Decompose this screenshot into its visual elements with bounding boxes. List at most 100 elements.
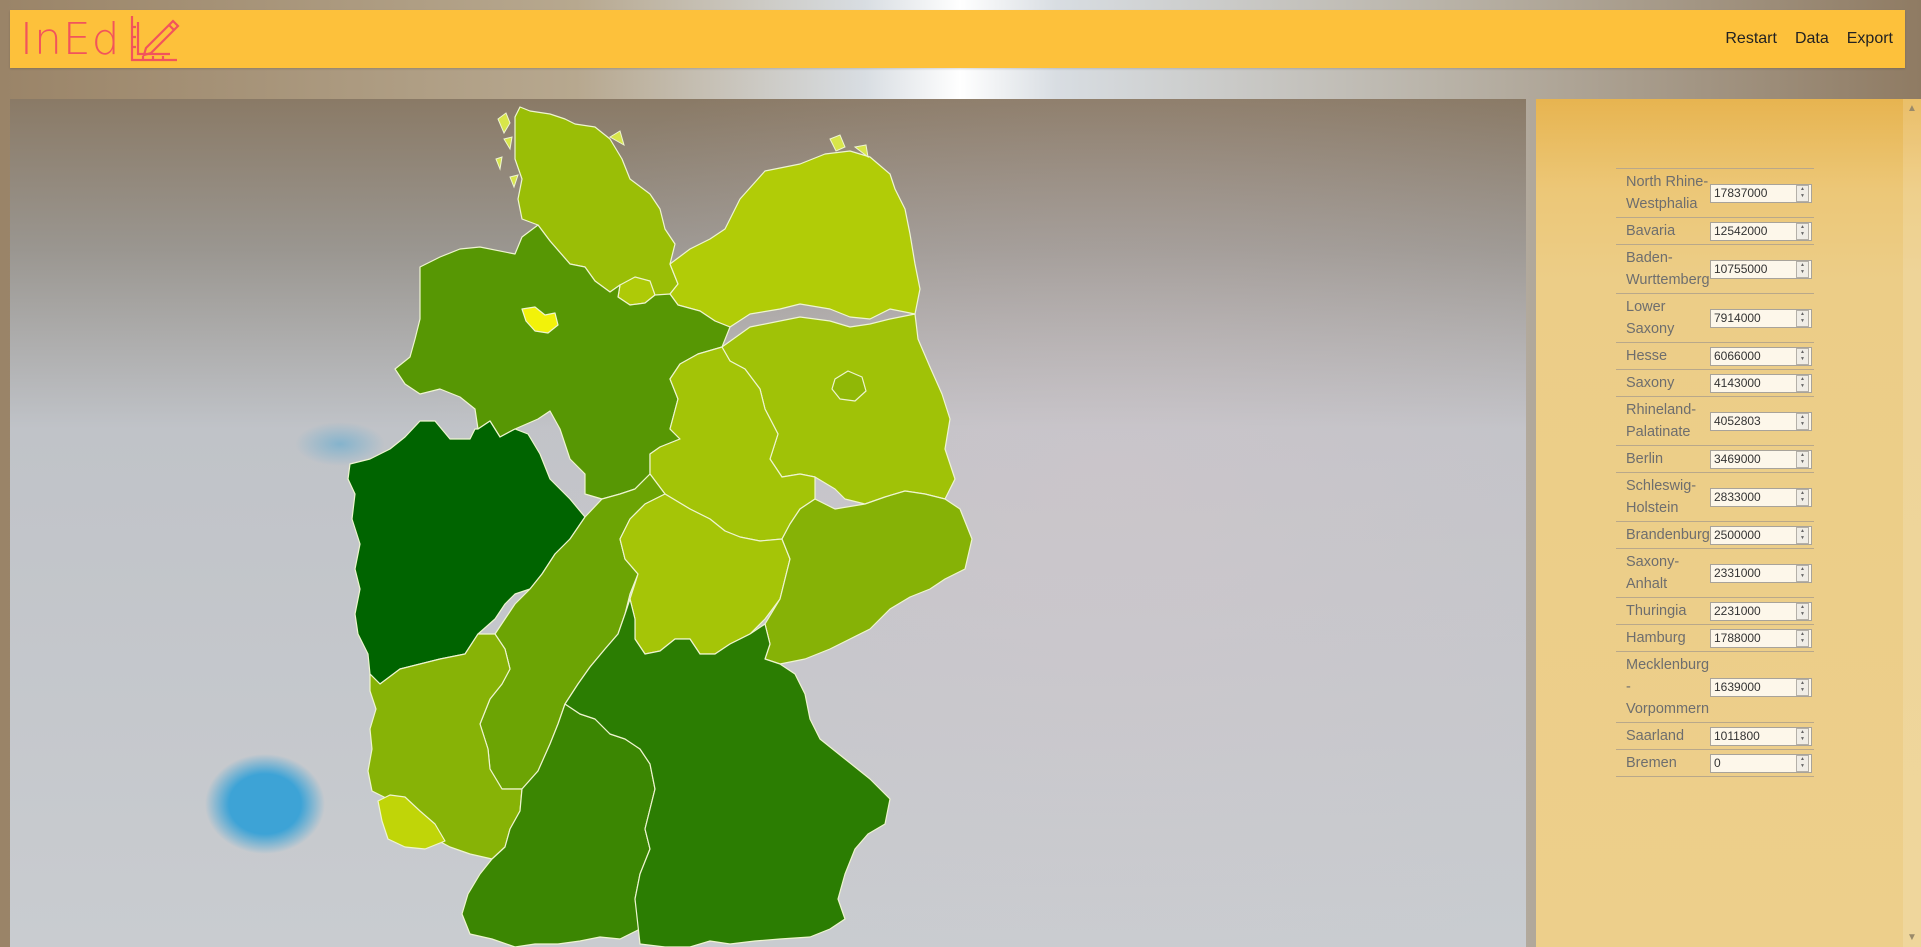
increment-arrow-icon[interactable]: ▲ (1800, 756, 1805, 762)
decrement-arrow-icon[interactable]: ▼ (1800, 194, 1805, 199)
spin-buttons[interactable]: ▲ ▼ (1796, 564, 1809, 582)
decrement-arrow-icon[interactable]: ▼ (1800, 737, 1805, 742)
spin-buttons[interactable]: ▲ ▼ (1796, 629, 1809, 647)
state-row-saxony-anhalt: Saxony-Anhalt 2331000 ▲ ▼ (1616, 549, 1814, 598)
spin-buttons[interactable]: ▲ ▼ (1796, 412, 1809, 430)
spin-buttons[interactable]: ▲ ▼ (1796, 260, 1809, 278)
value-input[interactable]: 1788000 (1711, 630, 1796, 647)
spin-buttons[interactable]: ▲ ▼ (1796, 488, 1809, 506)
decrement-arrow-icon[interactable]: ▼ (1800, 574, 1805, 579)
value-input[interactable]: 2331000 (1711, 565, 1796, 582)
state-label: Hesse (1626, 348, 1668, 364)
increment-arrow-icon[interactable]: ▲ (1800, 376, 1805, 382)
value-stepper[interactable]: 3469000 ▲ ▼ (1710, 449, 1812, 469)
decrement-arrow-icon[interactable]: ▼ (1800, 498, 1805, 503)
value-stepper[interactable]: 1788000 ▲ ▼ (1710, 628, 1812, 648)
value-input[interactable]: 2231000 (1711, 603, 1796, 620)
value-stepper[interactable]: 6066000 ▲ ▼ (1710, 346, 1812, 366)
state-saxony[interactable] (764, 490, 973, 665)
decrement-arrow-icon[interactable]: ▼ (1800, 688, 1805, 693)
value-input[interactable]: 2500000 (1711, 527, 1796, 544)
increment-arrow-icon[interactable]: ▲ (1800, 490, 1805, 496)
increment-arrow-icon[interactable]: ▲ (1800, 566, 1805, 572)
value-input[interactable]: 10755000 (1711, 261, 1796, 278)
value-input[interactable]: 12542000 (1711, 223, 1796, 240)
value-input[interactable]: 1639000 (1711, 679, 1796, 696)
decrement-arrow-icon[interactable]: ▼ (1800, 422, 1805, 427)
spin-buttons[interactable]: ▲ ▼ (1796, 602, 1809, 620)
value-stepper[interactable]: 7914000 ▲ ▼ (1710, 308, 1812, 328)
spin-buttons[interactable]: ▲ ▼ (1796, 678, 1809, 696)
increment-arrow-icon[interactable]: ▲ (1800, 262, 1805, 268)
value-stepper[interactable]: 1639000 ▲ ▼ (1710, 677, 1812, 697)
value-input[interactable]: 17837000 (1711, 185, 1796, 202)
increment-arrow-icon[interactable]: ▲ (1800, 631, 1805, 637)
app-logo[interactable]: InEd (20, 14, 181, 66)
increment-arrow-icon[interactable]: ▲ (1800, 349, 1805, 355)
panel-scrollbar[interactable]: ▲ ▼ (1903, 99, 1921, 947)
value-input[interactable]: 1011800 (1711, 728, 1796, 745)
value-stepper[interactable]: 12542000 ▲ ▼ (1710, 221, 1812, 241)
decrement-arrow-icon[interactable]: ▼ (1800, 536, 1805, 541)
state-row-berlin: Berlin 3469000 ▲ ▼ (1616, 446, 1814, 473)
value-input[interactable]: 4052803 (1711, 413, 1796, 430)
value-input[interactable]: 7914000 (1711, 310, 1796, 327)
map-panel (10, 99, 1526, 947)
increment-arrow-icon[interactable]: ▲ (1800, 528, 1805, 534)
value-stepper[interactable]: 10755000 ▲ ▼ (1710, 259, 1812, 279)
state-row-brandenburg: Brandenburg 2500000 ▲ ▼ (1616, 522, 1814, 549)
value-stepper[interactable]: 2331000 ▲ ▼ (1710, 563, 1812, 583)
decrement-arrow-icon[interactable]: ▼ (1800, 384, 1805, 389)
decrement-arrow-icon[interactable]: ▼ (1800, 639, 1805, 644)
decrement-arrow-icon[interactable]: ▼ (1800, 270, 1805, 275)
spin-buttons[interactable]: ▲ ▼ (1796, 222, 1809, 240)
spin-buttons[interactable]: ▲ ▼ (1796, 450, 1809, 468)
spin-buttons[interactable]: ▲ ▼ (1796, 727, 1809, 745)
scroll-up-arrow[interactable]: ▲ (1907, 103, 1917, 114)
value-input[interactable]: 0 (1711, 755, 1796, 772)
state-row-hamburg: Hamburg 1788000 ▲ ▼ (1616, 625, 1814, 652)
value-stepper[interactable]: 2833000 ▲ ▼ (1710, 487, 1812, 507)
value-stepper[interactable]: 0 ▲ ▼ (1710, 753, 1812, 773)
increment-arrow-icon[interactable]: ▲ (1800, 311, 1805, 317)
scroll-down-arrow[interactable]: ▼ (1907, 932, 1917, 943)
data-panel: North Rhine-Westphalia 17837000 ▲ ▼ Bavaria 1… (1536, 99, 1921, 947)
value-input[interactable]: 4143000 (1711, 375, 1796, 392)
state-label: Lower Saxony (1626, 299, 1675, 337)
spin-buttons[interactable]: ▲ ▼ (1796, 184, 1809, 202)
spin-buttons[interactable]: ▲ ▼ (1796, 754, 1809, 772)
increment-arrow-icon[interactable]: ▲ (1800, 414, 1805, 420)
decrement-arrow-icon[interactable]: ▼ (1800, 319, 1805, 324)
app-header: InEd Restart Data Export (10, 10, 1905, 68)
value-input[interactable]: 6066000 (1711, 348, 1796, 365)
increment-arrow-icon[interactable]: ▲ (1800, 452, 1805, 458)
state-label: Bremen (1626, 755, 1677, 771)
increment-arrow-icon[interactable]: ▲ (1800, 186, 1805, 192)
state-label: Hamburg (1626, 630, 1686, 646)
decrement-arrow-icon[interactable]: ▼ (1800, 357, 1805, 362)
decrement-arrow-icon[interactable]: ▼ (1800, 612, 1805, 617)
increment-arrow-icon[interactable]: ▲ (1800, 224, 1805, 230)
value-stepper[interactable]: 17837000 ▲ ▼ (1710, 183, 1812, 203)
spin-buttons[interactable]: ▲ ▼ (1796, 526, 1809, 544)
decrement-arrow-icon[interactable]: ▼ (1800, 764, 1805, 769)
decrement-arrow-icon[interactable]: ▼ (1800, 460, 1805, 465)
restart-link[interactable]: Restart (1725, 30, 1777, 48)
state-mecklenburg-vorpommern[interactable] (669, 150, 921, 328)
value-stepper[interactable]: 4143000 ▲ ▼ (1710, 373, 1812, 393)
value-input[interactable]: 2833000 (1711, 489, 1796, 506)
data-link[interactable]: Data (1795, 30, 1829, 48)
increment-arrow-icon[interactable]: ▲ (1800, 604, 1805, 610)
increment-arrow-icon[interactable]: ▲ (1800, 729, 1805, 735)
increment-arrow-icon[interactable]: ▲ (1800, 680, 1805, 686)
value-input[interactable]: 3469000 (1711, 451, 1796, 468)
value-stepper[interactable]: 1011800 ▲ ▼ (1710, 726, 1812, 746)
spin-buttons[interactable]: ▲ ▼ (1796, 347, 1809, 365)
value-stepper[interactable]: 2500000 ▲ ▼ (1710, 525, 1812, 545)
value-stepper[interactable]: 4052803 ▲ ▼ (1710, 411, 1812, 431)
decrement-arrow-icon[interactable]: ▼ (1800, 232, 1805, 237)
value-stepper[interactable]: 2231000 ▲ ▼ (1710, 601, 1812, 621)
export-link[interactable]: Export (1847, 30, 1893, 48)
spin-buttons[interactable]: ▲ ▼ (1796, 309, 1809, 327)
spin-buttons[interactable]: ▲ ▼ (1796, 374, 1809, 392)
